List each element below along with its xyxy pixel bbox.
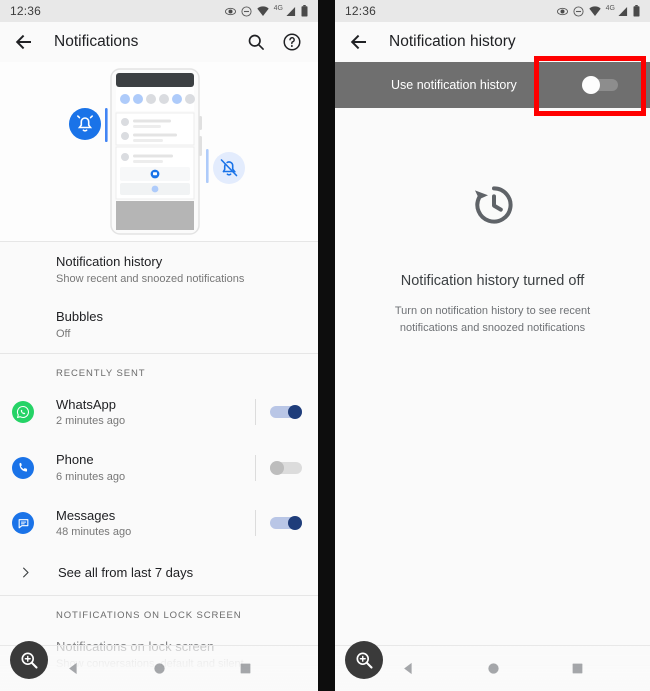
system-navigation-bar-right [335, 645, 650, 691]
zoom-in-magnifier-icon[interactable] [345, 641, 383, 679]
app-toggle-whatsapp[interactable] [270, 405, 302, 420]
nav-home-circle-icon[interactable] [487, 662, 500, 675]
app-row-whatsapp[interactable]: WhatsApp 2 minutes ago [0, 385, 318, 440]
use-notification-history-label: Use notification history [391, 78, 517, 92]
empty-state: Notification history turned off Turn on … [335, 108, 650, 336]
messages-icon [12, 512, 34, 535]
status-bar-clock: 12:36 [345, 4, 377, 18]
empty-state-message: Turn on notification history to see rece… [394, 305, 591, 334]
lock-screen-header: NOTIFICATIONS ON LOCK SCREEN [56, 609, 242, 621]
row-subtitle: Show recent and snoozed notifications [56, 272, 245, 285]
notification-settings-section: Notification history Show recent and sno… [0, 242, 318, 354]
bell-icon [69, 108, 101, 140]
status-bar-clock: 12:36 [10, 4, 42, 18]
network-type-label: 4G [605, 4, 615, 12]
see-all-label: See all from last 7 days [58, 565, 194, 581]
battery-icon [633, 5, 640, 17]
arrow-back-icon[interactable] [347, 30, 371, 54]
status-bar-left: 12:36 4G [0, 0, 318, 22]
empty-state-title: Notification history turned off [400, 273, 585, 289]
use-notification-history-bar[interactable]: Use notification history [335, 62, 650, 108]
left-app-bar: Notifications [0, 22, 318, 62]
recently-sent-header: RECENTLY SENT [56, 367, 146, 379]
chevron-right-icon [14, 565, 36, 580]
use-notification-history-toggle[interactable] [582, 76, 618, 94]
row-divider [255, 399, 256, 426]
left-phone-panel: 12:36 4G Notifications Notification hist… [0, 0, 318, 691]
nav-back-triangle-icon[interactable] [401, 661, 416, 676]
app-toggle-phone[interactable] [270, 460, 302, 475]
app-row-messages[interactable]: Messages 48 minutes ago [0, 496, 318, 551]
app-name: WhatsApp [56, 396, 116, 412]
arrow-back-icon[interactable] [12, 30, 36, 54]
nav-back-triangle-icon[interactable] [66, 661, 81, 676]
app-name: Phone [56, 452, 94, 468]
page-title: Notification history [389, 33, 516, 50]
phone-icon [12, 456, 34, 479]
notifications-illustration [0, 62, 318, 242]
battery-icon [301, 5, 308, 17]
page-title: Notifications [54, 33, 139, 50]
status-bar-right: 12:36 4G [335, 0, 650, 22]
screenshot-stage: 12:36 4G Notifications Notification hist… [0, 0, 650, 691]
app-toggle-messages[interactable] [270, 516, 302, 531]
status-bar-icons: 4G [556, 4, 640, 17]
row-divider [255, 454, 256, 481]
zoom-in-magnifier-icon[interactable] [10, 641, 48, 679]
wifi-icon [588, 5, 601, 16]
signal-icon [286, 6, 296, 16]
app-time: 6 minutes ago [56, 470, 126, 483]
row-title: Notification history [56, 254, 163, 269]
app-row-phone[interactable]: Phone 6 minutes ago [0, 440, 318, 495]
app-bar-actions [246, 32, 306, 52]
nav-home-circle-icon[interactable] [153, 662, 166, 675]
eye-icon [224, 7, 236, 15]
right-app-bar: Notification history [335, 22, 650, 62]
app-name: Messages [56, 507, 116, 523]
do-not-disturb-icon [573, 5, 584, 17]
whatsapp-icon [12, 401, 34, 424]
search-icon[interactable] [246, 32, 266, 52]
recently-sent-section: RECENTLY SENT WhatsApp 2 minutes ago Pho… [0, 354, 318, 596]
history-clock-icon [469, 180, 517, 233]
wifi-icon [256, 5, 269, 16]
system-navigation-bar-left [0, 645, 318, 691]
nav-recents-square-icon[interactable] [239, 662, 252, 675]
network-type-label: 4G [273, 4, 283, 12]
nav-recents-square-icon[interactable] [571, 662, 584, 675]
signal-icon [618, 6, 628, 16]
app-time: 2 minutes ago [56, 415, 126, 428]
status-bar-icons: 4G [224, 4, 308, 17]
row-divider [255, 510, 256, 537]
eye-icon [556, 7, 568, 15]
do-not-disturb-icon [241, 5, 252, 17]
row-title: Bubbles [56, 309, 103, 325]
row-notification-history[interactable]: Notification history Show recent and sno… [0, 242, 318, 297]
row-bubbles[interactable]: Bubbles Off [0, 297, 318, 352]
app-time: 48 minutes ago [56, 526, 132, 539]
help-circle-icon[interactable] [282, 32, 302, 52]
right-phone-panel: 12:36 4G Notification history Use notifi… [335, 0, 650, 691]
see-all-row[interactable]: See all from last 7 days [0, 551, 318, 595]
row-subtitle: Off [56, 327, 71, 340]
